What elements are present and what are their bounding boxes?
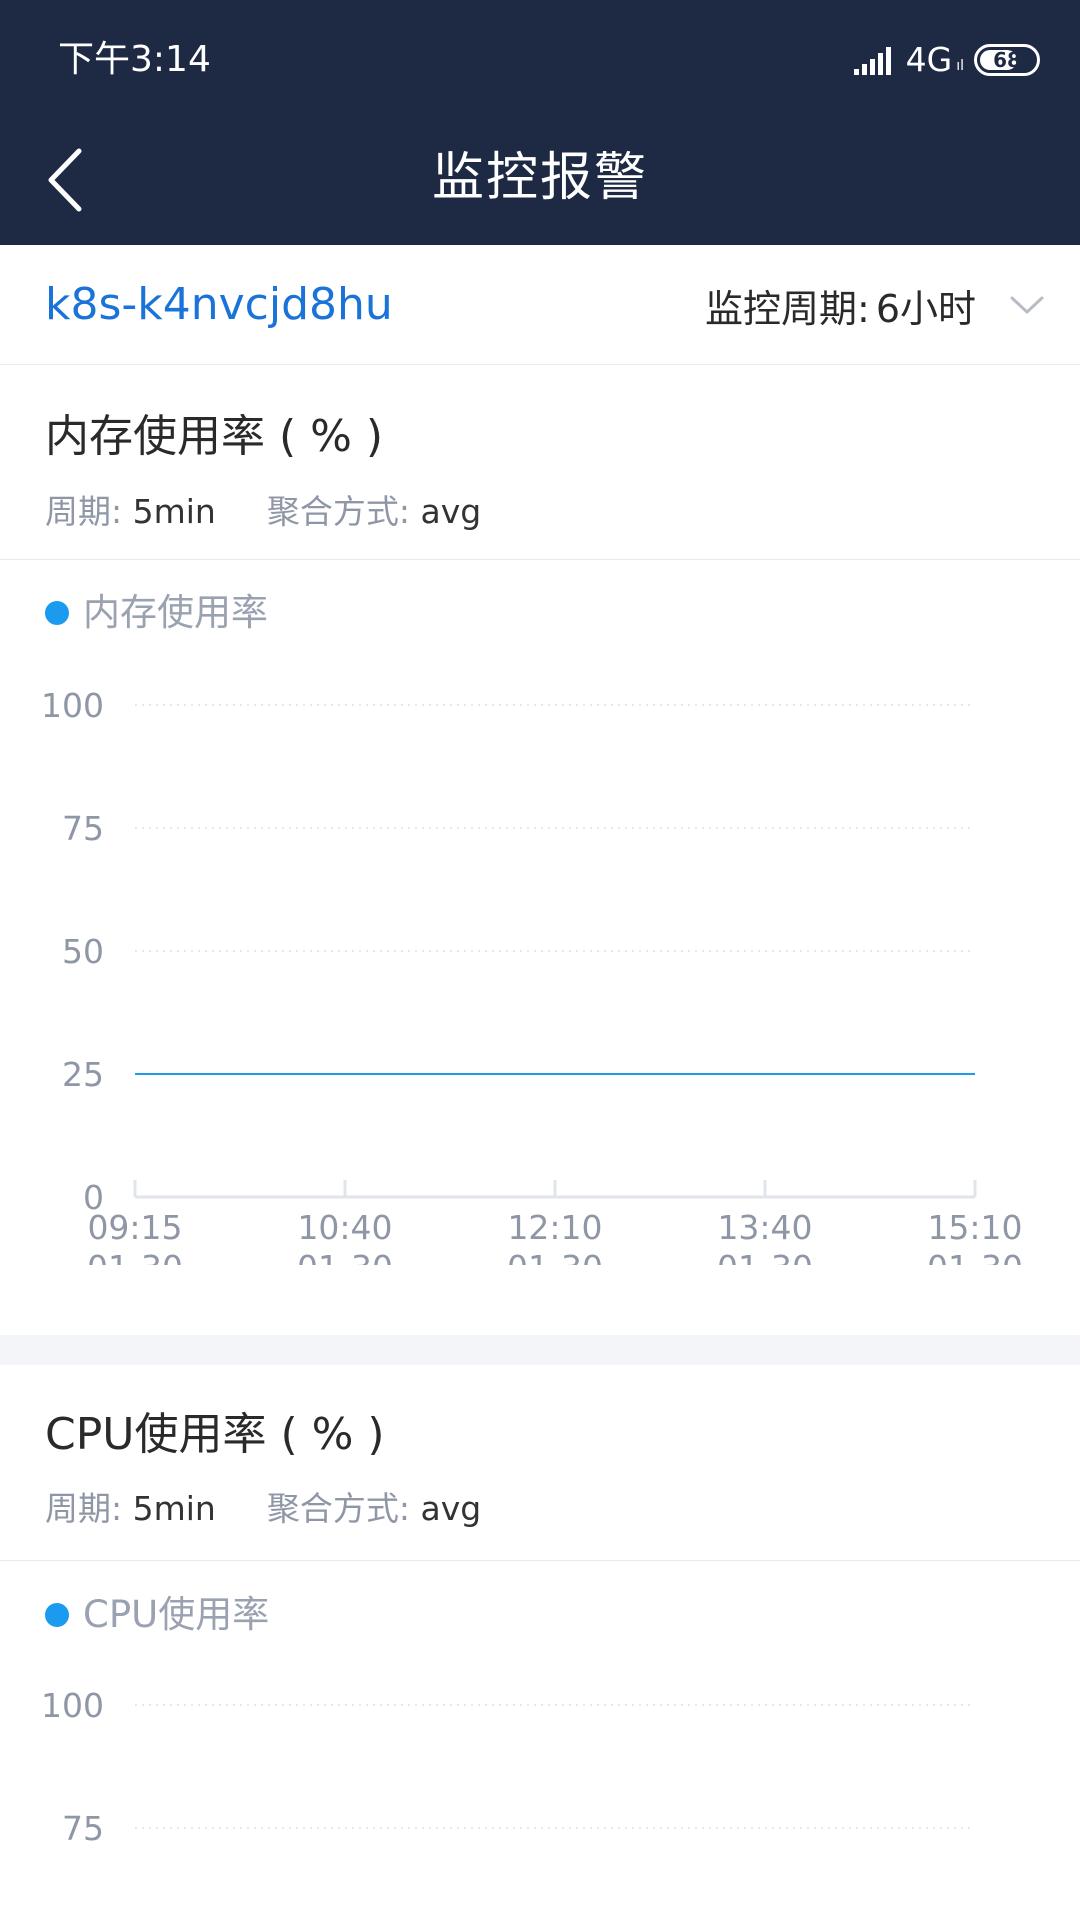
- cpu-agg-label: 聚合方式:: [266, 1489, 410, 1528]
- memory-agg-label: 聚合方式:: [266, 492, 410, 531]
- memory-title: 内存使用率 ( % ): [45, 411, 384, 462]
- memory-chart: 100755025009:1501-3010:4001-3012:1001-30…: [41, 686, 1023, 1265]
- y-tick-label: 50: [62, 932, 104, 971]
- cpu-divider: [0, 1560, 1080, 1561]
- cpu-legend-label: CPU使用率: [83, 1593, 270, 1636]
- x-tick-date: 01-30: [297, 1248, 393, 1265]
- x-tick-date: 01-30: [717, 1248, 813, 1265]
- cpu-legend-dot: [45, 1603, 69, 1627]
- cpu-section: CPU使用率 ( % ) 周期: 5min 聚合方式: avg CPU使用率 1…: [0, 1365, 1080, 1920]
- memory-legend: 内存使用率: [45, 588, 268, 638]
- page-title: 监控报警: [431, 148, 648, 208]
- y-tick-label: 25: [62, 1055, 104, 1094]
- y-tick-label: 75: [62, 1809, 104, 1848]
- status-time: 下午3:14: [58, 39, 211, 80]
- battery-icon: 68: [974, 44, 1040, 76]
- y-tick-label: 75: [62, 809, 104, 848]
- cpu-period-label: 周期:: [45, 1489, 123, 1528]
- x-tick-time: 09:15: [87, 1208, 182, 1247]
- memory-meta: 周期: 5min 聚合方式: avg: [45, 490, 481, 534]
- x-tick-date: 01-30: [927, 1248, 1023, 1265]
- cpu-legend: CPU使用率: [45, 1590, 269, 1640]
- x-tick-time: 10:40: [297, 1208, 392, 1247]
- memory-period-label: 周期:: [45, 492, 123, 531]
- signal-icon: [853, 47, 891, 75]
- x-tick-date: 01-30: [87, 1248, 183, 1265]
- x-tick-date: 01-30: [507, 1248, 603, 1265]
- memory-agg-value: avg: [420, 492, 482, 531]
- y-tick-label: 100: [41, 1686, 104, 1725]
- y-tick-label: 100: [41, 686, 104, 725]
- period-value: 6小时: [875, 286, 976, 331]
- period-label: 监控周期:: [705, 286, 870, 331]
- cpu-title: CPU使用率 ( % ): [45, 1409, 385, 1460]
- cpu-agg-value: avg: [420, 1489, 482, 1528]
- network-activity: ıl: [956, 58, 964, 74]
- network-type: 4G: [905, 40, 953, 79]
- cpu-period-value: 5min: [132, 1489, 216, 1528]
- x-tick-time: 13:40: [717, 1208, 812, 1247]
- cpu-meta: 周期: 5min 聚合方式: avg: [45, 1487, 481, 1531]
- cpu-chart: 100 75: [41, 1686, 975, 1848]
- memory-divider: [0, 559, 1080, 560]
- period-selector[interactable]: 监控周期: 6小时: [705, 275, 1044, 335]
- status-indicators: 4G ıl 68: [853, 40, 1040, 80]
- memory-legend-dot: [45, 601, 69, 625]
- cluster-header: k8s-k4nvcjd8hu 监控周期: 6小时: [0, 245, 1080, 365]
- battery-level: 68: [993, 48, 1021, 72]
- x-tick-time: 15:10: [927, 1208, 1022, 1247]
- top-bar: 下午3:14 4G ıl 68 监控报警: [0, 0, 1080, 245]
- x-tick-time: 12:10: [507, 1208, 602, 1247]
- memory-section: 内存使用率 ( % ) 周期: 5min 聚合方式: avg 内存使用率 100…: [0, 365, 1080, 1335]
- memory-legend-label: 内存使用率: [83, 591, 268, 634]
- section-separator: [0, 1335, 1080, 1365]
- cluster-name[interactable]: k8s-k4nvcjd8hu: [45, 275, 393, 335]
- memory-period-value: 5min: [132, 492, 216, 531]
- chevron-down-icon[interactable]: [1010, 295, 1044, 315]
